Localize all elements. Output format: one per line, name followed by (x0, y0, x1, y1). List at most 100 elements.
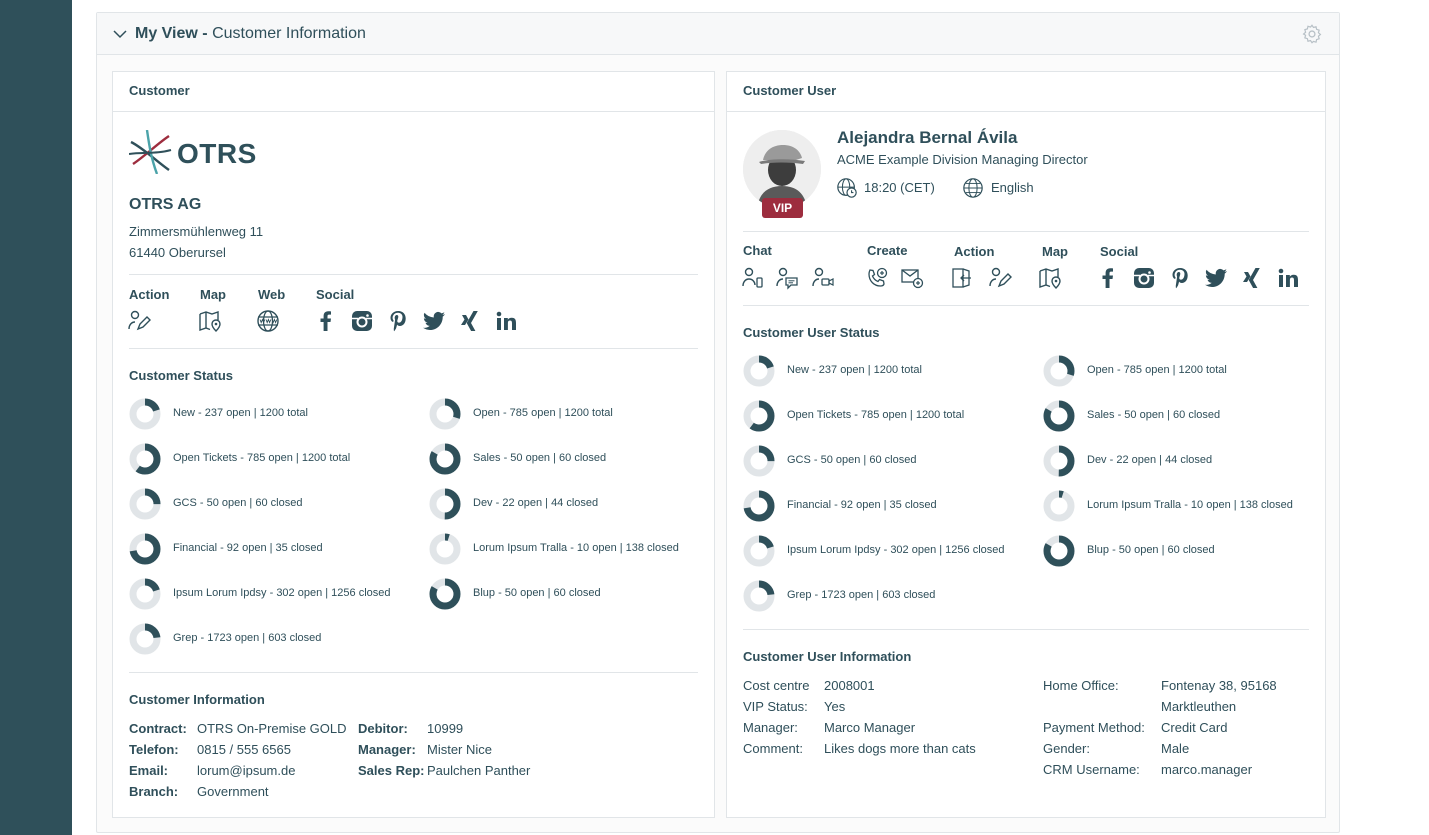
chat-group-label: Chat (743, 243, 772, 258)
status-item-label: Sales - 50 open | 60 closed (473, 452, 607, 464)
language-value: English (991, 180, 1034, 195)
telefon-label: Telefon: (129, 742, 179, 757)
status-item-label: GCS - 50 open | 60 closed (787, 454, 917, 466)
contract-label: Contract: (129, 721, 187, 736)
twitter-icon[interactable] (1204, 266, 1228, 290)
login-as-user-icon[interactable] (951, 266, 975, 290)
status-donut-icon (429, 488, 461, 520)
payment-method-label: Payment Method: (1043, 720, 1145, 735)
avatar-photo (743, 130, 821, 208)
status-donut-icon (129, 443, 161, 475)
chat-phone-icon[interactable] (741, 266, 765, 290)
xing-icon[interactable] (458, 309, 482, 333)
branch-label: Branch: (129, 784, 179, 799)
cost-centre-value: 2008001 (824, 678, 875, 693)
create-group-label: Create (867, 243, 908, 258)
pinterest-icon[interactable] (1168, 266, 1192, 290)
status-donut-icon (743, 445, 775, 477)
xing-icon[interactable] (1240, 266, 1264, 290)
debitor-value: 10999 (427, 721, 464, 736)
status-item-label: Blup - 50 open | 60 closed (473, 587, 601, 599)
vip-status-label: VIP Status: (743, 699, 808, 714)
customer-user-status-title: Customer User Status (743, 325, 880, 340)
action-group-label: Action (129, 287, 170, 302)
chat-message-icon[interactable] (775, 266, 799, 290)
create-email-icon[interactable] (900, 266, 924, 290)
edit-user-icon[interactable] (127, 309, 151, 333)
status-item-label: Open - 785 open | 1200 total (473, 407, 613, 419)
status-donut-icon (429, 533, 461, 565)
instagram-icon[interactable] (350, 309, 374, 333)
status-donut-icon (129, 533, 161, 565)
status-item-label: Grep - 1723 open | 603 closed (787, 589, 936, 601)
gear-icon[interactable] (1301, 23, 1323, 45)
status-donut-icon (743, 400, 775, 432)
sales-rep-value: Paulchen Panther (427, 763, 531, 778)
company-name: OTRS AG (129, 196, 202, 213)
comment-value: Likes dogs more than cats (824, 741, 976, 756)
status-item-label: Grep - 1723 open | 603 closed (173, 632, 322, 644)
status-item-label: Dev - 22 open | 44 closed (1087, 454, 1213, 466)
crm-username-label: CRM Username: (1043, 762, 1140, 777)
status-item-label: Open - 785 open | 1200 total (1087, 364, 1227, 376)
status-donut-icon (743, 355, 775, 387)
status-donut-icon (429, 398, 461, 430)
chat-video-icon[interactable] (811, 266, 835, 290)
status-item-label: Dev - 22 open | 44 closed (473, 497, 599, 509)
status-item-label: Sales - 50 open | 60 closed (1087, 409, 1221, 421)
status-item-label: Lorum Ipsum Tralla - 10 open | 138 close… (473, 542, 679, 554)
customer-panel-title: Customer (129, 83, 190, 98)
telefon-value: 0815 / 555 6565 (197, 742, 291, 757)
home-office-value-line1: Fontenay 38, 95168 (1161, 678, 1277, 693)
twitter-icon[interactable] (422, 309, 446, 333)
edit-user-icon[interactable] (988, 266, 1012, 290)
status-item-label: Ipsum Lorum Ipdsy - 302 open | 1256 clos… (787, 544, 1005, 556)
divider (129, 348, 698, 349)
avatar (743, 130, 821, 208)
status-donut-icon (429, 443, 461, 475)
status-donut-icon (129, 488, 161, 520)
status-item-label: New - 237 open | 1200 total (173, 407, 308, 419)
debitor-label: Debitor: (358, 721, 408, 736)
chevron-down-icon[interactable] (113, 27, 127, 41)
home-office-value-line2: Marktleuthen (1161, 699, 1237, 714)
status-item-label: New - 237 open | 1200 total (787, 364, 922, 376)
widget-title: My View - Customer Information (135, 25, 366, 42)
status-donut-icon (1043, 355, 1075, 387)
status-donut-icon (129, 578, 161, 610)
status-item-label: Open Tickets - 785 open | 1200 total (173, 452, 351, 464)
company-address-line2: 61440 Oberursel (129, 245, 226, 260)
create-call-icon[interactable] (865, 266, 889, 290)
facebook-icon[interactable] (1096, 266, 1120, 290)
status-item-label: GCS - 50 open | 60 closed (173, 497, 303, 509)
status-item-label: Financial - 92 open | 35 closed (173, 542, 323, 554)
status-donut-icon (1043, 445, 1075, 477)
status-item-label: Financial - 92 open | 35 closed (787, 499, 937, 511)
web-globe-icon[interactable] (256, 309, 280, 333)
customer-user-panel-header: Customer User (727, 72, 1325, 112)
status-donut-icon (129, 623, 161, 655)
instagram-icon[interactable] (1132, 266, 1156, 290)
divider (129, 672, 698, 673)
vip-status-value: Yes (824, 699, 846, 714)
map-icon[interactable] (1038, 266, 1062, 290)
status-donut-icon (743, 580, 775, 612)
map-icon[interactable] (198, 309, 222, 333)
map-group-label: Map (1042, 244, 1068, 259)
customer-status-title: Customer Status (129, 368, 234, 383)
status-item-label: Ipsum Lorum Ipdsy - 302 open | 1256 clos… (173, 587, 391, 599)
left-sidebar (0, 0, 72, 835)
status-donut-icon (1043, 535, 1075, 567)
email-label: Email: (129, 763, 169, 778)
pinterest-icon[interactable] (386, 309, 410, 333)
linkedin-icon[interactable] (1276, 266, 1300, 290)
divider (743, 629, 1309, 630)
comment-label: Comment: (743, 741, 803, 756)
linkedin-icon[interactable] (494, 309, 518, 333)
email-value: lorum@ipsum.de (197, 763, 296, 778)
manager-label: Manager: (358, 742, 416, 757)
cost-centre-label: Cost centre (743, 678, 810, 693)
manager-value: Mister Nice (427, 742, 493, 757)
facebook-icon[interactable] (314, 309, 338, 333)
customer-panel-header: Customer (113, 72, 714, 112)
